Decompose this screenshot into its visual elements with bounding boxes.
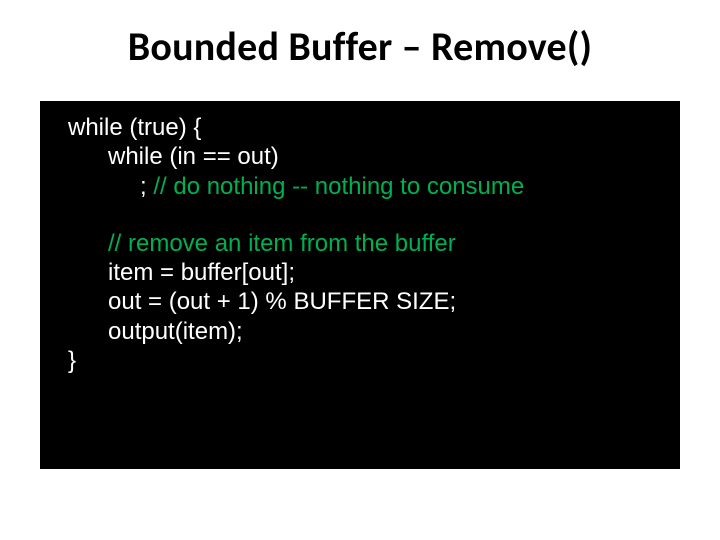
code-text: ; — [140, 173, 153, 200]
code-line: } — [48, 346, 672, 375]
code-line: ; // do nothing -- nothing to consume — [48, 172, 672, 201]
code-text: item = buffer[out]; — [108, 259, 295, 286]
code-block: while (true) { while (in == out) ; // do… — [40, 101, 680, 469]
code-line: while (in == out) — [48, 142, 672, 171]
code-text: out = (out + 1) % BUFFER SIZE; — [108, 288, 456, 315]
code-line: output(item); — [48, 317, 672, 346]
code-line: out = (out + 1) % BUFFER SIZE; — [48, 287, 672, 316]
code-text: } — [68, 347, 76, 374]
code-line: while (true) { — [48, 113, 672, 142]
slide: Bounded Buffer – Remove() while (true) {… — [0, 0, 720, 540]
blank-line — [48, 201, 672, 229]
code-comment: // remove an item from the buffer — [108, 230, 456, 257]
code-comment: // do nothing -- nothing to consume — [153, 173, 524, 200]
slide-title: Bounded Buffer – Remove() — [0, 0, 720, 101]
code-line: item = buffer[out]; — [48, 258, 672, 287]
code-text: output(item); — [108, 318, 243, 345]
code-text: while (in == out) — [108, 143, 279, 170]
code-line: // remove an item from the buffer — [48, 229, 672, 258]
code-text: while (true) { — [68, 114, 201, 141]
